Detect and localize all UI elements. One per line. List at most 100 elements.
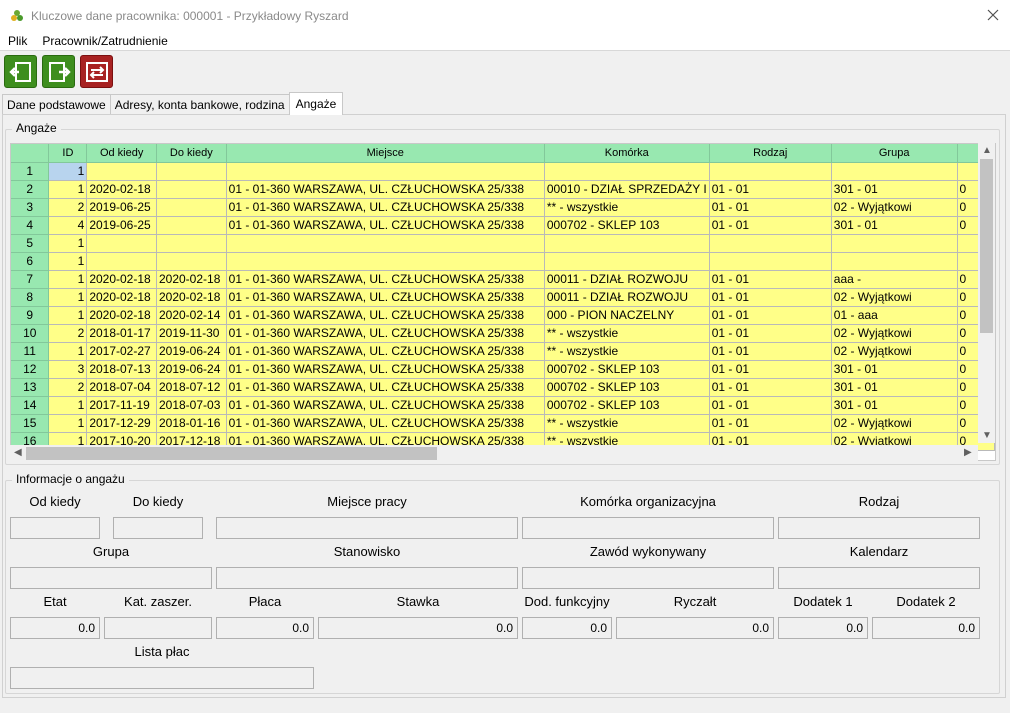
grupa-cell[interactable]: 301 - 01 — [831, 360, 958, 379]
id-cell[interactable]: 2 — [48, 324, 88, 343]
angaze-grid[interactable]: ID Od kiedy Do kiedy Miejsce Komórka Rod… — [10, 143, 996, 461]
id-cell[interactable]: 1 — [48, 396, 88, 415]
tab-angaze[interactable]: Angaże — [288, 92, 344, 115]
komorka-cell[interactable] — [544, 234, 710, 253]
table-row[interactable]: 14 1 2017-11-19 2018-07-03 01 - 01-360 WARSZ… — [11, 396, 995, 415]
id-cell[interactable]: 1 — [48, 288, 88, 307]
row-number[interactable]: 4 — [11, 216, 50, 235]
id-cell[interactable]: 2 — [48, 198, 88, 217]
od-kiedy-cell[interactable]: 2017-12-29 — [86, 414, 157, 433]
row-number[interactable]: 1 — [11, 162, 50, 181]
do-kiedy-cell[interactable]: 2019-11-30 — [156, 324, 227, 343]
od-kiedy-cell[interactable] — [86, 162, 157, 181]
rodzaj-cell[interactable] — [709, 234, 832, 253]
miejsce-cell[interactable] — [226, 234, 545, 253]
grupa-cell[interactable]: 301 - 01 — [831, 378, 958, 397]
miejsce-cell[interactable]: 01 - 01-360 WARSZAWA, UL. CZŁUCHOWSKA 25… — [226, 180, 545, 199]
miejsce-cell[interactable]: 01 - 01-360 WARSZAWA, UL. CZŁUCHOWSKA 25… — [226, 198, 545, 217]
komorka-cell[interactable]: 00011 - DZIAŁ ROZWOJU — [544, 270, 710, 289]
miejsce-cell[interactable]: 01 - 01-360 WARSZAWA, UL. CZŁUCHOWSKA 25… — [226, 342, 545, 361]
id-cell[interactable]: 1 — [48, 306, 88, 325]
od-kiedy-cell[interactable]: 2017-11-19 — [86, 396, 157, 415]
etat-field[interactable]: 0.0 — [10, 617, 100, 639]
vertical-scroll-thumb[interactable] — [980, 159, 993, 333]
do-kiedy-cell[interactable] — [156, 234, 227, 253]
grupa-field[interactable] — [10, 567, 212, 589]
grupa-cell[interactable]: 02 - Wyjątkowi — [831, 288, 958, 307]
grupa-cell[interactable] — [831, 162, 958, 181]
od-kiedy-cell[interactable]: 2018-07-04 — [86, 378, 157, 397]
komorka-cell[interactable]: ** - wszystkie — [544, 414, 710, 433]
grupa-cell[interactable]: 02 - Wyjątkowi — [831, 198, 958, 217]
do-kiedy-cell[interactable] — [156, 180, 227, 199]
placa-field[interactable]: 0.0 — [216, 617, 314, 639]
komorka-cell[interactable]: 00011 - DZIAŁ ROZWOJU — [544, 288, 710, 307]
rodzaj-cell[interactable]: 01 - 01 — [709, 306, 832, 325]
komorka-cell[interactable]: 000 - PION NACZELNY — [544, 306, 710, 325]
next-button[interactable] — [42, 55, 75, 88]
grupa-cell[interactable] — [831, 252, 958, 271]
table-row[interactable]: 9 1 2020-02-18 2020-02-14 01 - 01-360 WARSZA… — [11, 306, 995, 325]
horizontal-scroll-thumb[interactable] — [26, 447, 437, 460]
komorka-cell[interactable] — [544, 162, 710, 181]
row-number[interactable]: 9 — [11, 306, 50, 325]
rodzaj-field[interactable] — [778, 517, 980, 539]
od-kiedy-cell[interactable]: 2020-02-18 — [86, 180, 157, 199]
table-row[interactable]: 12 3 2018-07-13 2019-06-24 01 - 01-360 WARSZ… — [11, 360, 995, 379]
komorka-cell[interactable] — [544, 252, 710, 271]
scroll-right-icon[interactable]: ▶ — [964, 448, 972, 458]
miejsce-pracy-field[interactable] — [216, 517, 518, 539]
komorka-cell[interactable]: ** - wszystkie — [544, 342, 710, 361]
row-number[interactable]: 15 — [11, 414, 50, 433]
table-row[interactable]: 10 2 2018-01-17 2019-11-30 01 - 01-360 WARSZ… — [11, 324, 995, 343]
grupa-cell[interactable]: 02 - Wyjątkowi — [831, 324, 958, 343]
row-number[interactable]: 2 — [11, 180, 50, 199]
row-number[interactable]: 7 — [11, 270, 50, 289]
row-number[interactable]: 8 — [11, 288, 50, 307]
id-cell[interactable]: 4 — [48, 216, 88, 235]
row-number[interactable]: 11 — [11, 342, 50, 361]
rodzaj-cell[interactable]: 01 - 01 — [709, 396, 832, 415]
od-kiedy-cell[interactable]: 2018-01-17 — [86, 324, 157, 343]
grupa-cell[interactable] — [831, 234, 958, 253]
miejsce-cell[interactable]: 01 - 01-360 WARSZAWA, UL. CZŁUCHOWSKA 25… — [226, 360, 545, 379]
od-kiedy-cell[interactable]: 2019-06-25 — [86, 216, 157, 235]
do-kiedy-cell[interactable]: 2020-02-18 — [156, 270, 227, 289]
row-number[interactable]: 13 — [11, 378, 50, 397]
grupa-cell[interactable]: 301 - 01 — [831, 180, 958, 199]
rodzaj-cell[interactable]: 01 - 01 — [709, 216, 832, 235]
row-number[interactable]: 6 — [11, 252, 50, 271]
rodzaj-cell[interactable]: 01 - 01 — [709, 378, 832, 397]
table-row[interactable]: 15 1 2017-12-29 2018-01-16 01 - 01-360 WARSZ… — [11, 414, 995, 433]
scroll-down-icon[interactable]: ▼ — [982, 431, 992, 441]
od-kiedy-cell[interactable]: 2017-02-27 — [86, 342, 157, 361]
grupa-cell[interactable]: 01 - aaa — [831, 306, 958, 325]
lista-plac-field[interactable] — [10, 667, 314, 689]
grupa-cell[interactable]: 02 - Wyjątkowi — [831, 414, 958, 433]
dod-funkcyjny-field[interactable]: 0.0 — [522, 617, 612, 639]
komorka-cell[interactable]: 00010 - DZIAŁ SPRZEDAŻY I — [544, 180, 710, 199]
rodzaj-cell[interactable]: 01 - 01 — [709, 414, 832, 433]
id-cell[interactable]: 2 — [48, 378, 88, 397]
table-row[interactable]: 51 — [11, 234, 995, 253]
table-row[interactable]: 13 2 2018-07-04 2018-07-12 01 - 01-360 WARSZ… — [11, 378, 995, 397]
grupa-cell[interactable]: 02 - Wyjątkowi — [831, 342, 958, 361]
menu-pracownik-zatrudnienie[interactable]: Pracownik/Zatrudnienie — [35, 34, 174, 48]
grupa-cell[interactable]: 301 - 01 — [831, 396, 958, 415]
rodzaj-cell[interactable]: 01 - 01 — [709, 324, 832, 343]
id-cell[interactable]: 1 — [48, 180, 88, 199]
id-cell[interactable]: 1 — [48, 270, 88, 289]
do-kiedy-cell[interactable]: 2018-07-03 — [156, 396, 227, 415]
grid-header-miejsce[interactable]: Miejsce — [226, 144, 545, 163]
row-number[interactable]: 14 — [11, 396, 50, 415]
komorka-cell[interactable]: 000702 - SKLEP 103 — [544, 396, 710, 415]
refresh-button[interactable] — [80, 55, 113, 88]
do-kiedy-field[interactable] — [113, 517, 203, 539]
table-row[interactable]: 11 — [11, 162, 995, 181]
miejsce-cell[interactable]: 01 - 01-360 WARSZAWA, UL. CZŁUCHOWSKA 25… — [226, 306, 545, 325]
rodzaj-cell[interactable] — [709, 252, 832, 271]
id-cell[interactable]: 1 — [48, 234, 88, 253]
komorka-field[interactable] — [522, 517, 774, 539]
od-kiedy-cell[interactable]: 2019-06-25 — [86, 198, 157, 217]
do-kiedy-cell[interactable] — [156, 198, 227, 217]
